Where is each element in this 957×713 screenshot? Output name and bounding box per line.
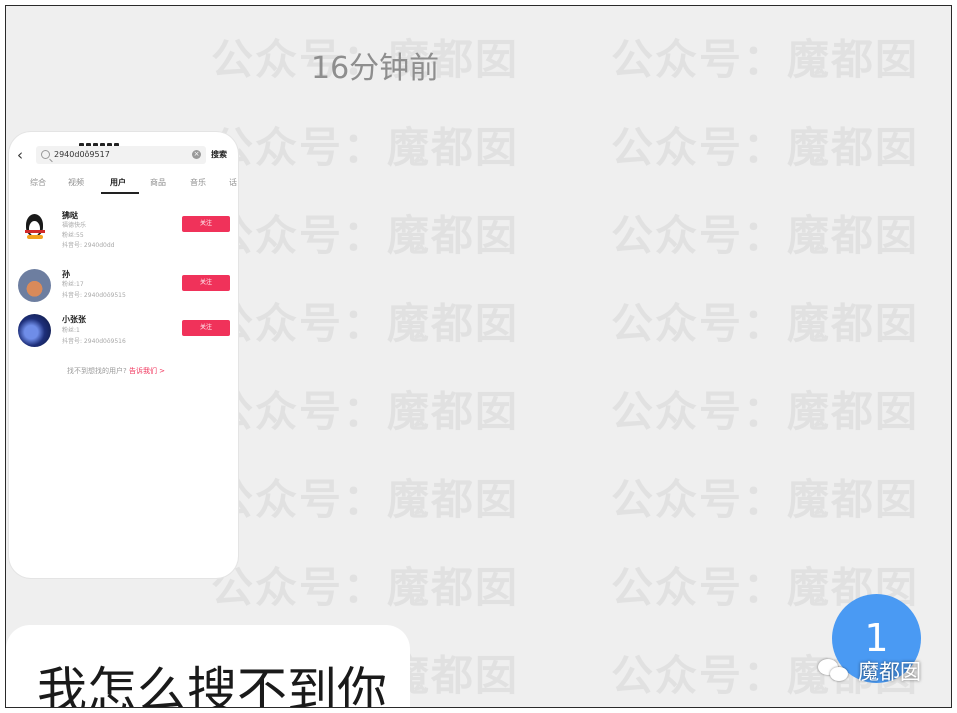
user-name: 孙 bbox=[62, 270, 70, 279]
watermark-text: 公众号：魔都囡 bbox=[211, 475, 520, 524]
user-name: 狒哒 bbox=[62, 211, 78, 220]
watermark-text: 公众号：魔都囡 bbox=[611, 475, 920, 524]
search-input[interactable]: 2940d0ô9517 × bbox=[36, 146, 206, 164]
tab-users[interactable]: 用户 bbox=[110, 177, 126, 188]
watermark-text: 公众号：魔都囡 bbox=[211, 387, 520, 436]
status-bar bbox=[79, 132, 169, 147]
wechat-icon bbox=[818, 659, 852, 683]
hint-text: 找不到想找的用户? bbox=[67, 367, 127, 375]
search-query: 2940d0ô9517 bbox=[54, 150, 110, 159]
feedback-link[interactable]: 告诉我们 > bbox=[129, 367, 165, 375]
user-name: 小张张 bbox=[62, 315, 86, 324]
user-meta: 抖音号: 2940d0dd bbox=[62, 242, 115, 249]
tab-products[interactable]: 商品 bbox=[150, 177, 166, 188]
user-meta: 粉丝:55 bbox=[62, 232, 84, 239]
avatar bbox=[18, 314, 51, 347]
user-meta: 抖音号: 2940d0ô9516 bbox=[62, 338, 126, 345]
user-result-row[interactable]: 狒哒 福德快乐 粉丝:55 抖音号: 2940d0dd 关注 bbox=[9, 208, 238, 258]
user-meta: 粉丝:17 bbox=[62, 281, 84, 288]
user-meta: 抖音号: 2940d0ô9515 bbox=[62, 292, 126, 299]
user-result-row[interactable]: 孙 粉丝:17 抖音号: 2940d0ô9515 关注 bbox=[9, 267, 238, 317]
search-icon bbox=[41, 150, 50, 159]
tab-topics[interactable]: 话 bbox=[229, 177, 237, 188]
search-bar: ‹ 2940d0ô9517 × 搜索 bbox=[9, 144, 238, 166]
chat-window: 公众号：魔都囡 公众号：魔都囡 公众号：魔都囡 公众号：魔都囡 公众号：魔都囡 … bbox=[5, 5, 952, 708]
watermark-text: 公众号：魔都囡 bbox=[611, 299, 920, 348]
clear-icon[interactable]: × bbox=[192, 150, 201, 159]
tab-music[interactable]: 音乐 bbox=[190, 177, 206, 188]
avatar bbox=[18, 269, 51, 302]
watermark-text: 公众号：魔都囡 bbox=[211, 211, 520, 260]
user-meta: 福德快乐 bbox=[62, 222, 87, 229]
brand-name: 魔都囡 bbox=[858, 660, 921, 684]
avatar bbox=[18, 212, 51, 245]
watermark-text: 公众号：魔都囡 bbox=[611, 123, 920, 172]
message-text: 我怎么搜不到你 bbox=[37, 662, 387, 708]
message-bubble[interactable]: 我怎么搜不到你 bbox=[6, 625, 410, 708]
watermark-text: 公众号：魔都囡 bbox=[611, 211, 920, 260]
message-timestamp: 16分钟前 bbox=[311, 51, 440, 86]
watermark-text: 公众号：魔都囡 bbox=[211, 563, 520, 612]
watermark-text: 公众号：魔都囡 bbox=[211, 299, 520, 348]
follow-button[interactable]: 关注 bbox=[182, 275, 230, 291]
search-button[interactable]: 搜索 bbox=[211, 146, 227, 164]
not-found-hint: 找不到想找的用户? 告诉我们 > bbox=[67, 366, 165, 376]
back-arrow-icon[interactable]: ‹ bbox=[17, 147, 31, 163]
tab-video[interactable]: 视频 bbox=[68, 177, 84, 188]
active-tab-indicator bbox=[101, 192, 139, 194]
user-result-row[interactable]: 小张张 粉丝:1 抖音号: 2940d0ô9516 关注 bbox=[9, 314, 238, 364]
follow-button[interactable]: 关注 bbox=[182, 320, 230, 336]
watermark-text: 公众号：魔都囡 bbox=[211, 123, 520, 172]
follow-button[interactable]: 关注 bbox=[182, 216, 230, 232]
tab-comprehensive[interactable]: 综合 bbox=[30, 177, 46, 188]
watermark-brand: 魔都囡 bbox=[818, 656, 921, 686]
watermark-text: 公众号：魔都囡 bbox=[611, 387, 920, 436]
image-message[interactable]: ‹ 2940d0ô9517 × 搜索 综合 视频 用户 商品 音乐 话 狒哒 福… bbox=[9, 132, 238, 578]
user-meta: 粉丝:1 bbox=[62, 327, 80, 334]
search-tabs: 综合 视频 用户 商品 音乐 话 bbox=[9, 177, 238, 193]
watermark-text: 公众号：魔都囡 bbox=[611, 35, 920, 84]
